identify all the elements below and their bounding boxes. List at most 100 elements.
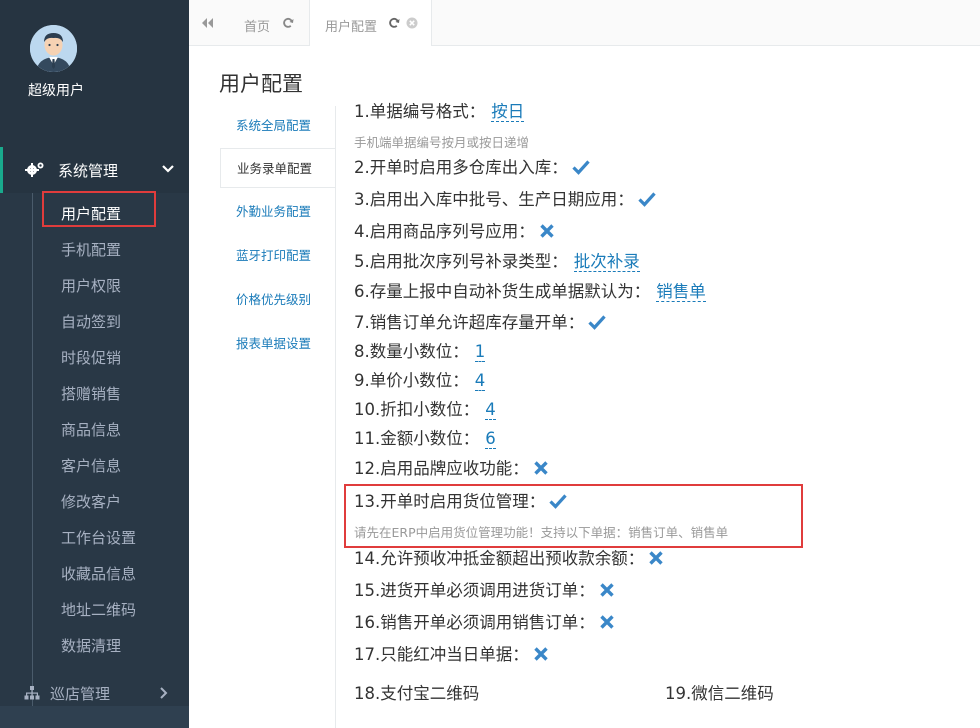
setting-7-label: 7.销售订单允许超库存量开单： [354,313,585,332]
setting-17-label: 17.只能红冲当日单据： [354,645,529,664]
page-title: 用户配置 [219,72,303,96]
setting-3: 3.启用出入库中批号、生产日期应用： [354,188,656,212]
system-submenu: 用户配置 手机配置 用户权限 自动签到 时段促销 搭赠销售 商品信息 客户信息 … [0,193,189,706]
setting-18: 18.支付宝二维码 [354,682,479,706]
close-icon[interactable] [406,17,418,29]
category-report-settings[interactable]: 报表单据设置 [220,324,336,364]
category-field-business-config[interactable]: 外勤业务配置 [220,192,336,232]
category-business-entry-config[interactable]: 业务录单配置 [220,148,336,188]
setting-9-value[interactable]: 4 [474,371,486,391]
setting-11: 11.金额小数位： 6 [354,427,496,451]
category-bluetooth-print-config[interactable]: 蓝牙打印配置 [220,236,336,276]
sidebar-item-data-cleanup[interactable]: 数据清理 [61,636,121,656]
tab-user-config-label: 用户配置 [325,20,378,35]
setting-14: 14.允许预收冲抵金额超出预收款余额： [354,547,664,571]
setting-15: 15.进货开单必须调用进货订单： [354,579,615,603]
sidebar-item-address-qrcode[interactable]: 地址二维码 [61,600,136,620]
sidebar-item-time-promotion[interactable]: 时段促销 [61,348,121,368]
tab-bar: 首页 用户配置 [189,0,980,46]
setting-17: 17.只能红冲当日单据： [354,643,549,667]
category-price-priority[interactable]: 价格优先级别 [220,280,336,320]
category-nav-divider [335,106,336,728]
nav-system-management[interactable]: 系统管理 [0,147,189,193]
setting-4: 4.启用商品序列号应用： [354,220,555,244]
nav-shop-label: 巡店管理 [50,685,111,703]
setting-19-label: 19.微信二维码 [665,684,774,703]
main-content: 用户配置 系统全局配置 业务录单配置 外勤业务配置 蓝牙打印配置 价格优先级别 … [189,46,980,728]
setting-10: 10.折扣小数位： 4 [354,398,496,422]
nav-shop-patrol[interactable]: 巡店管理 [0,672,189,716]
cross-icon[interactable] [533,646,549,662]
setting-11-value[interactable]: 6 [485,429,496,449]
setting-3-label: 3.启用出入库中批号、生产日期应用： [354,190,634,209]
setting-8-label: 8.数量小数位： [354,342,469,361]
setting-16-label: 16.销售开单必须调用销售订单： [354,613,595,632]
setting-9: 9.单价小数位： 4 [354,369,486,393]
category-global-config[interactable]: 系统全局配置 [220,106,336,146]
setting-12: 12.启用品牌应收功能： [354,457,549,481]
cross-icon[interactable] [599,614,615,630]
nav-system-label: 系统管理 [58,162,119,180]
cross-icon[interactable] [648,550,664,566]
cross-icon[interactable] [539,223,555,239]
submenu-guide-line [32,193,33,706]
refresh-icon[interactable] [282,17,294,29]
sidebar-item-workbench-settings[interactable]: 工作台设置 [61,528,136,548]
check-icon[interactable] [572,159,590,175]
setting-2: 2.开单时启用多仓库出入库： [354,156,590,180]
sitemap-icon [24,686,40,700]
setting-19: 19.微信二维码 [665,682,774,706]
setting-1-value[interactable]: 按日 [491,102,525,122]
double-chevron-left-icon[interactable] [199,16,215,30]
setting-6-label: 6.存量上报中自动补货生成单据默认为： [354,282,651,301]
sidebar-item-user-permissions[interactable]: 用户权限 [61,276,121,296]
setting-18-label: 18.支付宝二维码 [354,684,480,703]
setting-5: 5.启用批次序列号补录类型： 批次补录 [354,250,640,274]
setting-1: 1.单据编号格式： 按日 [354,100,525,124]
setting-9-label: 9.单价小数位： [354,371,469,390]
setting-6-value[interactable]: 销售单 [656,282,706,302]
chevron-right-icon [160,687,168,699]
setting-5-value[interactable]: 批次补录 [573,252,640,272]
setting-7: 7.销售订单允许超库存量开单： [354,311,606,335]
sidebar-item-mobile-config[interactable]: 手机配置 [61,240,121,260]
setting-12-label: 12.启用品牌应收功能： [354,459,529,478]
setting-14-label: 14.允许预收冲抵金额超出预收款余额： [354,549,645,568]
setting-15-label: 15.进货开单必须调用进货订单： [354,581,595,600]
config-category-nav: 系统全局配置 业务录单配置 外勤业务配置 蓝牙打印配置 价格优先级别 报表单据设… [220,106,336,728]
user-avatar-icon [30,25,77,72]
setting-5-label: 5.启用批次序列号补录类型： [354,252,568,271]
sidebar-item-product-info[interactable]: 商品信息 [61,420,121,440]
cross-icon[interactable] [599,582,615,598]
profile-area: 超级用户 [0,0,189,147]
setting-4-label: 4.启用商品序列号应用： [354,222,535,241]
setting-6: 6.存量上报中自动补货生成单据默认为： 销售单 [354,280,706,304]
setting-8: 8.数量小数位： 1 [354,340,486,364]
setting-2-label: 2.开单时启用多仓库出入库： [354,158,568,177]
sidebar-item-customer-info[interactable]: 客户信息 [61,456,121,476]
sidebar-item-auto-checkin[interactable]: 自动签到 [61,312,121,332]
setting-1-hint: 手机端单据编号按月或按日递增 [354,135,530,150]
gears-icon [25,162,44,177]
highlight-box-setting-13 [344,484,803,548]
avatar[interactable] [30,25,77,72]
check-icon[interactable] [638,191,656,207]
refresh-icon[interactable] [388,17,400,29]
chevron-down-icon [162,165,174,173]
sidebar: 超级用户 系统管理 用户配置 手机配置 用户权限 自动签到 时段促销 搭赠销售 … [0,0,189,728]
sidebar-item-edit-customer[interactable]: 修改客户 [61,492,121,512]
cross-icon[interactable] [533,460,549,476]
setting-10-label: 10.折扣小数位： [354,400,480,419]
sidebar-item-gift-sales[interactable]: 搭赠销售 [61,384,121,404]
user-name: 超级用户 [28,83,84,99]
setting-16: 16.销售开单必须调用销售订单： [354,611,615,635]
tab-home-label: 首页 [244,20,271,35]
setting-10-value[interactable]: 4 [485,400,496,420]
highlight-box-user-config [42,191,156,227]
check-icon[interactable] [588,314,606,330]
setting-8-value[interactable]: 1 [474,342,486,362]
sidebar-item-collectibles-info[interactable]: 收藏品信息 [61,564,136,584]
tab-user-config[interactable]: 用户配置 [309,0,432,46]
setting-1-label: 1.单据编号格式： [354,102,486,121]
setting-11-label: 11.金额小数位： [354,429,480,448]
